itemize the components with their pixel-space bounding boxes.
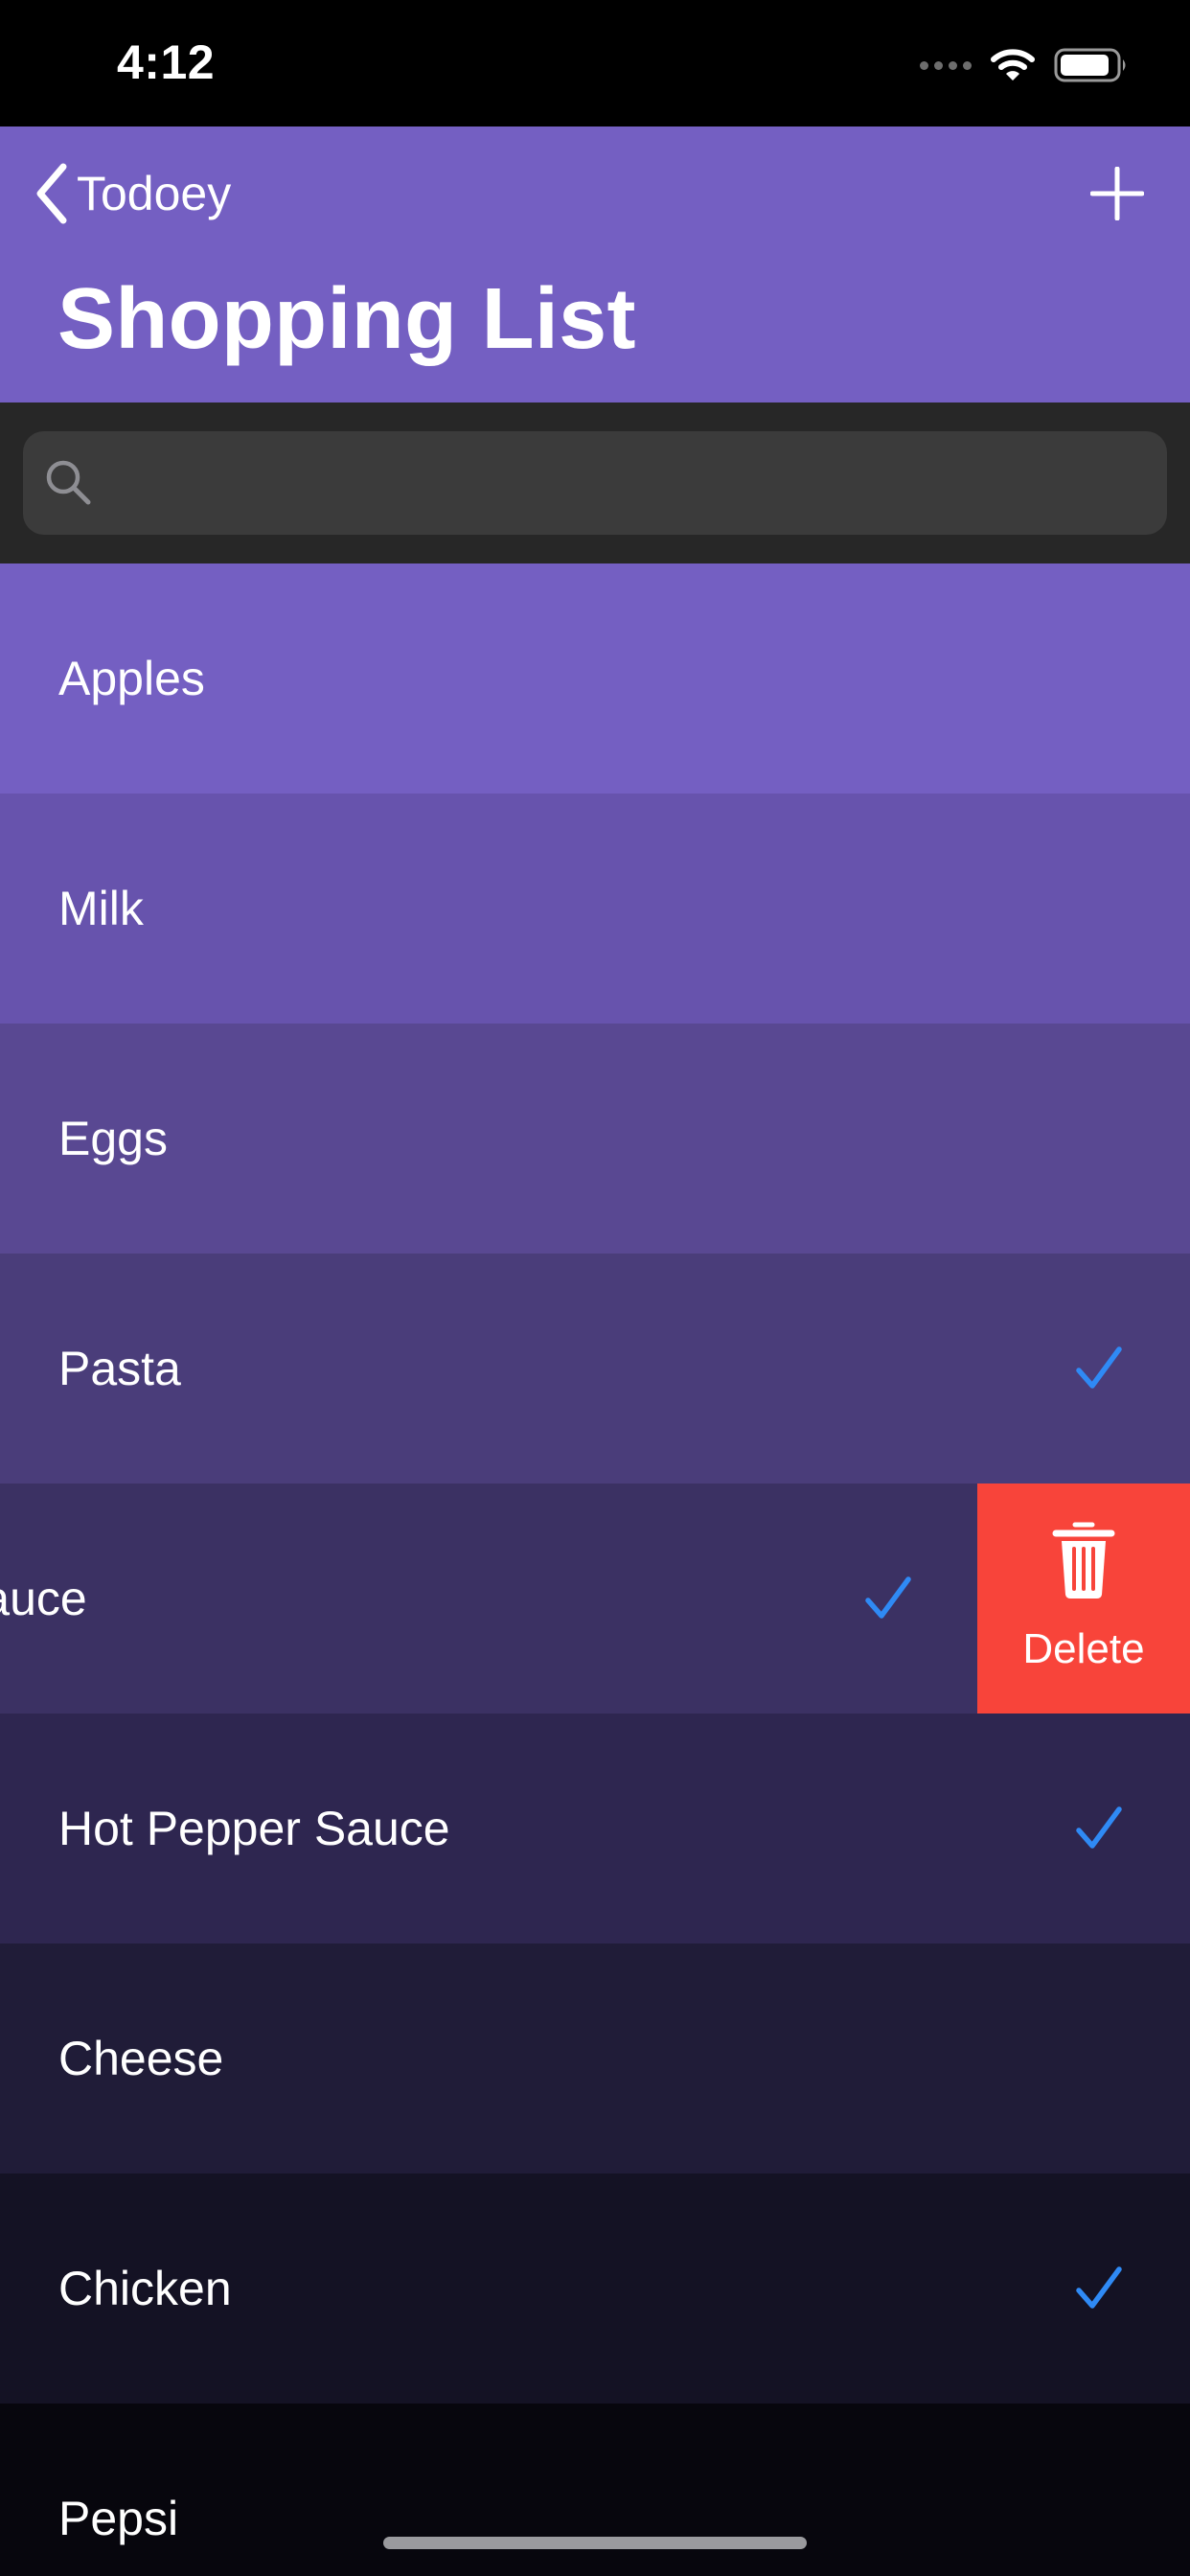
list-item-label: Pasta (58, 1342, 181, 1395)
list-item-content[interactable]: Milk (0, 794, 1190, 1024)
checkmark-icon (1076, 1346, 1122, 1389)
search-bar (0, 402, 1190, 564)
search-icon (46, 460, 91, 505)
cellular-signal-icon (920, 60, 972, 70)
status-bar: 4:12 (0, 0, 1190, 126)
list-item[interactable]: Cheese (0, 1944, 1190, 2174)
search-field[interactable] (23, 431, 1167, 537)
list-item-content[interactable]: Chicken (0, 2174, 1190, 2404)
wifi-icon (991, 49, 1035, 80)
list-item-label: Pepsi (58, 2492, 179, 2545)
list-item-label: Chicken (58, 2262, 232, 2315)
page-title: Shopping List (57, 271, 636, 367)
search-input[interactable] (109, 431, 1148, 537)
list-item-label: Barbecue Sauce (0, 1572, 87, 1625)
add-item-button[interactable] (1079, 155, 1156, 232)
checkmark-icon (1076, 1806, 1122, 1849)
list-item-label: Hot Pepper Sauce (58, 1802, 450, 1855)
navigation-bar: Todoey Shopping List (0, 126, 1190, 402)
list-item[interactable]: Pasta (0, 1254, 1190, 1484)
list-item[interactable]: Apples (0, 564, 1190, 794)
trash-icon (1052, 1522, 1115, 1598)
chevron-left-icon (36, 163, 67, 224)
list-item-content[interactable]: Barbecue Sauce (0, 1484, 979, 1714)
list-item[interactable]: Hot Pepper Sauce (0, 1714, 1190, 1944)
list-item-content[interactable]: Pepsi (0, 2404, 1190, 2576)
list-item-content[interactable]: Hot Pepper Sauce (0, 1714, 1190, 1944)
status-time: 4:12 (117, 35, 216, 89)
list-item-content[interactable]: Pasta (0, 1254, 1190, 1484)
status-icons (920, 42, 1129, 88)
list-item[interactable]: Barbecue Sauce Delete (0, 1484, 1190, 1714)
list-item[interactable]: Chicken (0, 2174, 1190, 2404)
todo-list: Apples Milk Eggs Pasta Barbecue Sauce Delete H… (0, 564, 1190, 2576)
list-item-label: Eggs (58, 1112, 168, 1165)
list-item-content[interactable]: Eggs (0, 1024, 1190, 1254)
delete-button[interactable]: Delete (977, 1484, 1190, 1714)
home-indicator (383, 2537, 807, 2549)
list-item[interactable]: Milk (0, 794, 1190, 1024)
delete-button-label: Delete (1022, 1625, 1145, 1672)
list-item-label: Cheese (58, 2032, 224, 2085)
back-button[interactable]: Todoey (34, 155, 231, 232)
back-button-label: Todoey (77, 167, 232, 220)
plus-icon (1090, 167, 1144, 220)
list-item-content[interactable]: Cheese (0, 1944, 1190, 2174)
list-item-label: Milk (58, 882, 144, 935)
list-item-content[interactable]: Apples (0, 564, 1190, 794)
list-item[interactable]: Pepsi (0, 2404, 1190, 2576)
list-item[interactable]: Eggs (0, 1024, 1190, 1254)
checkmark-icon (1076, 2266, 1122, 2309)
battery-icon (1054, 48, 1126, 82)
list-item-label: Apples (58, 652, 205, 705)
checkmark-icon (865, 1576, 911, 1619)
